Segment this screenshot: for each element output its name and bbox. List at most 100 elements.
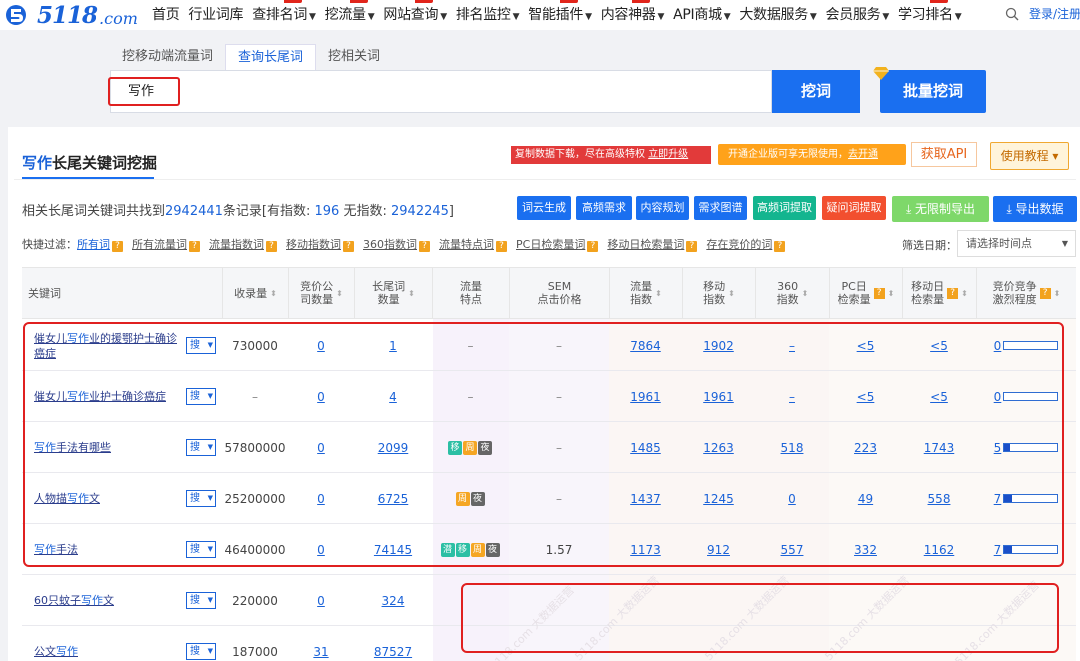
- help-icon: ?: [873, 287, 885, 299]
- panel-title-rest: 长尾关键词挖掘: [52, 154, 158, 172]
- keyword-link[interactable]: 60只蚊子写作文: [34, 593, 182, 608]
- column-header-label: 长尾词 数量: [372, 280, 406, 306]
- nav-item-11[interactable]: 学习排名 ▼: [898, 0, 962, 24]
- login-link[interactable]: 登录/注册: [1029, 5, 1080, 22]
- action-button-3[interactable]: 需求图谱: [694, 196, 747, 220]
- keyword-link[interactable]: 公文写作: [34, 644, 182, 659]
- search-input[interactable]: [110, 70, 772, 113]
- search-value[interactable]: 写作: [108, 77, 180, 106]
- result-summary: 相关长尾词关键词共找到2942441条记录[有指数: 196 无指数: 2942…: [22, 200, 454, 219]
- column-header-4[interactable]: 流量 特点: [432, 268, 509, 318]
- column-header-0[interactable]: 关键词: [22, 268, 222, 318]
- nav-item-label: 网站查询: [383, 7, 439, 23]
- help-icon: ?: [343, 241, 354, 252]
- nav-item-7[interactable]: 内容神器 ▼: [600, 0, 664, 24]
- date-filter-label: 筛选日期：: [902, 239, 957, 252]
- table-header: 关键词 收录量 ⬍ 竞价公 司数量 ⬍ 长尾词 数量 ⬍ 流量 特点 SEM 点击价格 流量 指数 ⬍ 移动 指数…: [22, 267, 1076, 319]
- table-cell: 31: [288, 626, 354, 661]
- action-button-5[interactable]: 疑问词提取: [822, 196, 886, 220]
- filter-item-8[interactable]: 存在竞价的词?: [706, 236, 786, 252]
- sort-icon[interactable]: ⬍: [802, 287, 809, 300]
- action-button-6[interactable]: ⤓ 无限制导出: [892, 196, 989, 222]
- filter-item-5[interactable]: 流量特点词?: [439, 236, 507, 252]
- bid-company-count[interactable]: 31: [313, 645, 328, 659]
- column-header-8[interactable]: 360 指数 ⬍: [755, 268, 829, 318]
- panel-title-keyword: 写作: [22, 154, 53, 172]
- sort-icon[interactable]: ⬍: [336, 287, 343, 300]
- nav-item-2[interactable]: 查排名词 ▼: [252, 0, 316, 24]
- upgrade-link[interactable]: 立即升级: [648, 149, 688, 160]
- nav-item-1[interactable]: 行业词库: [188, 4, 243, 24]
- column-header-11[interactable]: 竞价竞争 激烈程度? ⬍: [976, 268, 1076, 318]
- site-logo[interactable]: 5118 .com: [4, 0, 138, 30]
- sort-icon[interactable]: ⬍: [1054, 287, 1061, 300]
- tab-1[interactable]: 查询长尾词: [225, 44, 317, 70]
- column-header-6[interactable]: 流量 指数 ⬍: [609, 268, 682, 318]
- action-button-2[interactable]: 内容规划: [636, 196, 689, 220]
- filter-item-3[interactable]: 移动指数词?: [286, 236, 354, 252]
- tutorial-button[interactable]: 使用教程 ▾: [990, 142, 1069, 170]
- action-button-1[interactable]: 高频需求: [576, 196, 632, 220]
- nav-item-10[interactable]: 会员服务 ▼: [825, 4, 890, 24]
- filter-item-7[interactable]: 移动日检索量词?: [607, 236, 698, 252]
- column-header-3[interactable]: 长尾词 数量 ⬍: [354, 268, 432, 318]
- sort-icon[interactable]: ⬍: [655, 287, 662, 300]
- sort-icon[interactable]: ⬍: [270, 287, 277, 300]
- filter-item-label: 移动日检索量词: [607, 238, 685, 251]
- filter-item-4[interactable]: 360指数词?: [363, 236, 430, 252]
- tab-0[interactable]: 挖移动端流量词: [110, 44, 225, 70]
- help-icon: ?: [686, 241, 698, 252]
- summary-prefix: 相关长尾词关键词共找到: [22, 204, 166, 219]
- nav-item-5[interactable]: 排名监控 ▼: [456, 4, 520, 24]
- nav-item-6[interactable]: 智能插件 ▼: [528, 0, 592, 24]
- sort-icon[interactable]: ⬍: [888, 287, 895, 300]
- column-header-10[interactable]: 移动日 检索量? ⬍: [902, 268, 976, 318]
- column-header-label: 竞价竞争 激烈程度: [992, 280, 1037, 306]
- longtail-count[interactable]: 87527: [374, 645, 412, 659]
- column-header-5[interactable]: SEM 点击价格: [509, 268, 609, 318]
- sort-icon[interactable]: ⬍: [728, 287, 735, 300]
- filter-item-0[interactable]: 所有词?: [77, 236, 123, 252]
- nav-item-label: 会员服务: [825, 7, 881, 23]
- sort-icon[interactable]: ⬍: [961, 287, 968, 300]
- column-header-label: 360 指数: [776, 280, 799, 306]
- search-engine-dropdown[interactable]: 搜: [186, 592, 216, 609]
- nav-item-8[interactable]: API商城 ▼: [673, 4, 731, 24]
- longtail-count[interactable]: 324: [382, 594, 405, 608]
- nav-item-9[interactable]: 大数据服务 ▼: [739, 4, 816, 24]
- search-icon[interactable]: [1005, 7, 1019, 21]
- nav-item-3[interactable]: 挖流量 ▼: [325, 0, 375, 24]
- filter-item-label: 存在竞价的词: [706, 238, 773, 251]
- dig-button[interactable]: 挖词: [772, 70, 860, 113]
- filter-item-2[interactable]: 流量指数词?: [209, 236, 277, 252]
- date-select[interactable]: 请选择时间点 ▼: [957, 230, 1076, 257]
- filter-item-1[interactable]: 所有流量词?: [132, 236, 200, 252]
- nav-item-label: 内容神器: [600, 7, 656, 23]
- search-engine-dropdown[interactable]: 搜: [186, 643, 216, 660]
- table-cell: 87527: [354, 626, 432, 661]
- nav-item-label: API商城: [673, 7, 722, 23]
- action-button-7[interactable]: ⤓ 导出数据: [993, 196, 1077, 222]
- batch-dig-button[interactable]: 批量挖词: [880, 70, 986, 113]
- column-header-1[interactable]: 收录量 ⬍: [222, 268, 288, 318]
- column-header-7[interactable]: 移动 指数 ⬍: [682, 268, 755, 318]
- nav-item-4[interactable]: 网站查询 ▼: [383, 0, 447, 24]
- enterprise-link[interactable]: 去开通: [848, 149, 878, 160]
- filter-item-label: 360指数词: [363, 238, 417, 251]
- new-badge: [283, 0, 302, 3]
- sort-icon[interactable]: ⬍: [408, 287, 415, 300]
- column-header-2[interactable]: 竞价公 司数量 ⬍: [288, 268, 354, 318]
- new-badge: [929, 0, 948, 3]
- chevron-down-icon: ▼: [809, 12, 817, 22]
- indexed-count: 220000: [232, 593, 278, 608]
- tab-2[interactable]: 挖相关词: [316, 44, 392, 70]
- chevron-down-icon: ▼: [954, 12, 962, 22]
- help-icon: ?: [774, 241, 786, 252]
- bid-company-count[interactable]: 0: [317, 594, 325, 608]
- column-header-9[interactable]: PC日 检索量? ⬍: [829, 268, 902, 318]
- action-button-4[interactable]: 高频词提取: [753, 196, 816, 220]
- action-button-0[interactable]: 词云生成: [517, 196, 571, 220]
- nav-item-0[interactable]: 首页: [152, 4, 180, 24]
- get-api-button[interactable]: 获取API: [911, 142, 977, 167]
- filter-item-6[interactable]: PC日检索量词?: [516, 236, 599, 252]
